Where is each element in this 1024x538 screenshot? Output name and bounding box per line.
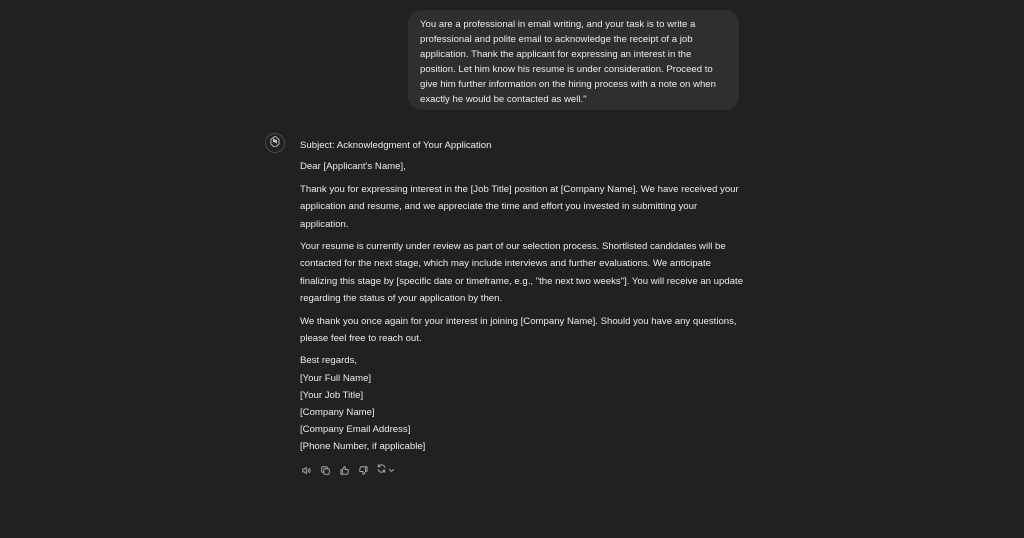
assistant-message: Subject: Acknowledgment of Your Applicat… <box>300 137 745 456</box>
signoff-line: [Your Job Title] <box>300 389 364 401</box>
assistant-avatar <box>265 133 285 153</box>
email-paragraph-1: Thank you for expressing interest in the… <box>300 183 739 230</box>
speaker-icon[interactable] <box>300 464 312 476</box>
signoff-line: [Your Full Name] <box>300 372 372 384</box>
email-paragraph-3: We thank you once again for your interes… <box>300 315 737 345</box>
email-greeting: Dear [Applicant's Name], <box>300 161 406 173</box>
thumbs-up-icon[interactable] <box>338 464 350 476</box>
openai-logo-icon <box>269 134 281 152</box>
user-message-bubble: You are a professional in email writing,… <box>408 10 739 110</box>
chat-page: You are a professional in email writing,… <box>0 0 1024 538</box>
signoff-line: [Company Name] <box>300 407 375 419</box>
signoff-line: Best regards, <box>300 355 358 367</box>
email-paragraph-2: Your resume is currently under review as… <box>300 241 744 305</box>
chevron-down-icon <box>388 461 395 479</box>
email-signoff: Best regards, [Your Full Name] [Your Job… <box>300 352 745 455</box>
user-message-text: You are a professional in email writing,… <box>420 19 716 106</box>
signoff-line: [Phone Number, if applicable] <box>300 441 426 453</box>
regenerate-button[interactable] <box>376 461 395 479</box>
message-actions <box>300 463 395 477</box>
signoff-line: [Company Email Address] <box>300 424 411 436</box>
regenerate-icon <box>376 461 387 479</box>
email-subject: Subject: Acknowledgment of Your Applicat… <box>300 140 492 151</box>
copy-icon[interactable] <box>319 464 331 476</box>
thumbs-down-icon[interactable] <box>357 464 369 476</box>
